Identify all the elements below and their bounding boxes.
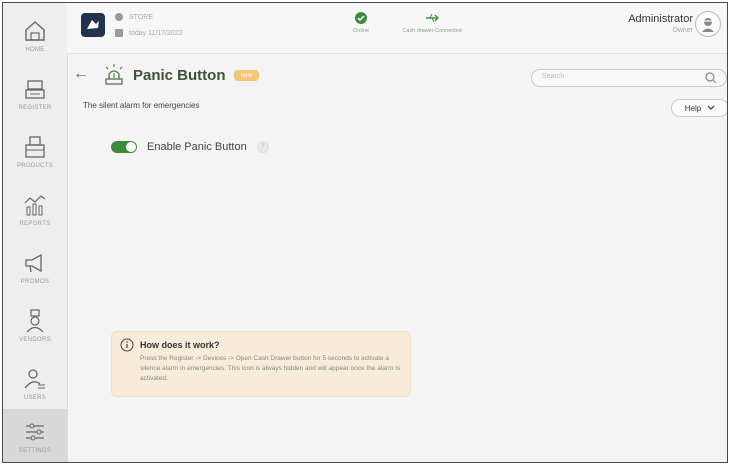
users-icon: [24, 369, 45, 389]
new-badge: new: [233, 69, 260, 81]
sidebar-item-home[interactable]: HOME: [3, 7, 67, 63]
top-header: STORE today 11/17/2022 Online Cash drawe…: [67, 3, 727, 54]
store-name: STORE: [115, 13, 153, 21]
sidebar-item-label: VENDORS: [19, 337, 51, 343]
info-icon[interactable]: ?: [256, 141, 269, 153]
calendar-icon: [115, 29, 123, 37]
user-avatar-icon: [702, 18, 714, 32]
register-icon: [25, 80, 45, 99]
online-status: Online: [353, 11, 369, 34]
sidebar-item-users[interactable]: USERS: [3, 355, 67, 411]
panic-alarm-icon: [105, 64, 123, 85]
sidebar-item-settings[interactable]: SETTINGS: [3, 409, 67, 462]
chevron-down-icon: [707, 105, 715, 110]
avatar[interactable]: [695, 11, 721, 37]
info-title: How does it work?: [140, 340, 220, 350]
toggle-label: Enable Panic Button: [147, 141, 247, 153]
search-placeholder: Search: [542, 73, 565, 80]
sidebar-item-label: PROMOS: [20, 279, 50, 285]
page-header: Panic Button new: [103, 63, 260, 87]
page-subtitle: The silent alarm for emergencies: [83, 101, 200, 110]
help-dropdown[interactable]: Help: [671, 99, 727, 117]
sidebar-item-products[interactable]: PRODUCTS: [3, 123, 67, 179]
sidebar-item-label: HOME: [25, 47, 45, 53]
enable-panic-toggle[interactable]: [111, 141, 137, 153]
help-label: Help: [684, 103, 702, 113]
sidebar-item-label: PRODUCTS: [16, 163, 54, 169]
page-title: Panic Button: [133, 66, 226, 84]
sidebar-item-vendors[interactable]: VENDORS: [3, 297, 67, 353]
check-circle-icon: [354, 12, 367, 24]
store-icon: [115, 13, 123, 21]
search-input[interactable]: Search: [531, 69, 727, 87]
home-icon: [25, 21, 45, 41]
panic-toggle-row: Enable Panic Button ?: [111, 141, 269, 153]
user-role: Owner: [672, 27, 693, 34]
drawer-status: Cash drawer Connected: [397, 11, 467, 34]
logo-icon: [87, 20, 99, 29]
sidebar-item-register[interactable]: REGISTER: [3, 65, 67, 121]
promos-icon: [25, 253, 42, 273]
app-logo: [81, 13, 105, 37]
how-it-works-box: How does it work? Press the Register -> …: [111, 331, 411, 397]
date-line: today 11/17/2022: [115, 29, 183, 37]
sidebar-item-label: REPORTS: [19, 221, 51, 227]
sidebar-item-reports[interactable]: REPORTS: [3, 181, 67, 237]
vendors-icon: [26, 309, 44, 333]
usb-icon: [426, 13, 439, 23]
info-text: Press the Register -> Devices -> Open Ca…: [140, 355, 401, 382]
app-window: HOME REGISTER PRODUCTS REPORTS PROMOS VE…: [2, 2, 728, 463]
sidebar-item-promos[interactable]: PROMOS: [3, 239, 67, 295]
sidebar-item-label: REGISTER: [18, 105, 52, 111]
info-circle-icon: [120, 338, 134, 352]
sidebar: HOME REGISTER PRODUCTS REPORTS PROMOS VE…: [3, 3, 68, 462]
user-name: Administrator: [628, 13, 693, 25]
reports-icon: [24, 195, 46, 216]
search-icon[interactable]: [704, 71, 718, 85]
sidebar-item-label: USERS: [23, 395, 47, 401]
back-arrow-icon[interactable]: ←: [73, 65, 89, 83]
sidebar-item-label: SETTINGS: [18, 447, 52, 454]
settings-icon: [26, 423, 44, 440]
products-icon: [25, 136, 45, 158]
